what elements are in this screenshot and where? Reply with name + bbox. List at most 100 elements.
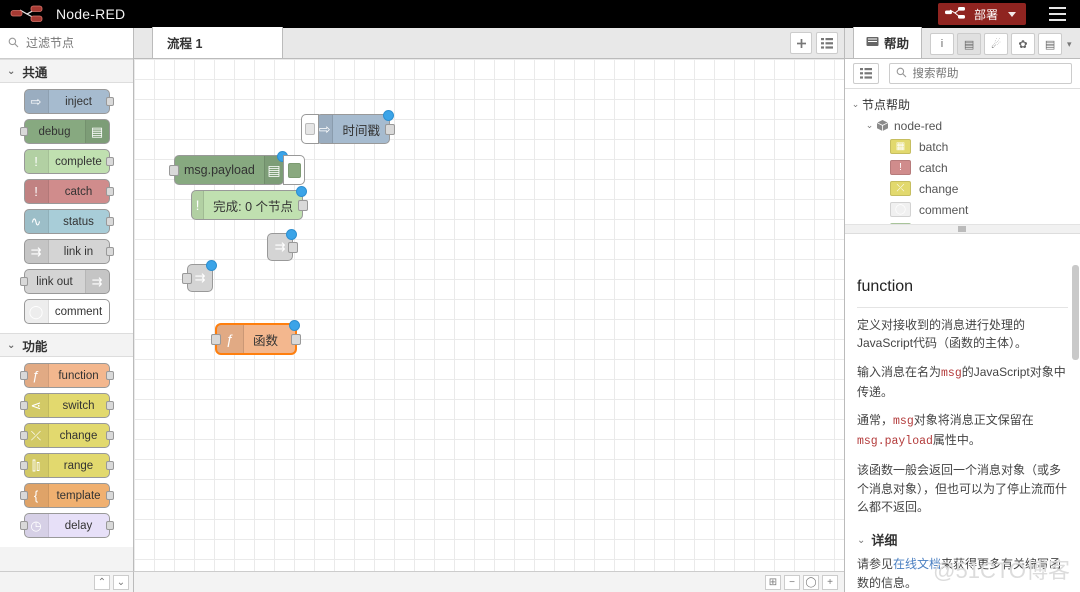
- palette-node-catch[interactable]: ! catch: [23, 179, 114, 204]
- tree-item-change[interactable]: ⤫ change: [845, 178, 1080, 199]
- zoom-reset-button[interactable]: ◯: [803, 574, 819, 590]
- link-in-node-2[interactable]: ⇉: [182, 260, 217, 292]
- node-output-port[interactable]: [105, 431, 114, 440]
- help-p5-text-a: 请参见: [857, 556, 894, 571]
- node-input-port[interactable]: [19, 127, 28, 136]
- info-tab[interactable]: i: [930, 33, 955, 55]
- node-output-port[interactable]: [291, 334, 301, 345]
- config-tab[interactable]: ✿: [1011, 33, 1036, 55]
- palette-search-input[interactable]: [24, 35, 125, 51]
- tree-horizontal-scrollbar[interactable]: [845, 224, 1080, 233]
- scrollbar-thumb[interactable]: [957, 226, 966, 232]
- complete-node[interactable]: ! 完成: 0 个节点: [191, 186, 308, 220]
- node-input-port[interactable]: [182, 273, 192, 284]
- tree-item-catch[interactable]: ! catch: [845, 157, 1080, 178]
- tree-package-node-red[interactable]: ⌄ node-red: [845, 115, 1080, 136]
- function-node[interactable]: ƒ 函数: [211, 320, 301, 355]
- node-output-port[interactable]: [288, 242, 298, 253]
- debug-toggle-button[interactable]: [283, 155, 305, 185]
- expand-all-icon[interactable]: ⌄: [113, 574, 129, 590]
- inject-arrow-icon: ⇨: [317, 115, 334, 143]
- node-input-port[interactable]: [19, 277, 28, 286]
- app-header: Node-RED 部署: [0, 0, 1080, 28]
- node-input-port[interactable]: [19, 521, 28, 530]
- deploy-button[interactable]: 部署: [937, 3, 1026, 25]
- flow-tab-1[interactable]: 流程 1: [152, 27, 283, 58]
- node-output-port[interactable]: [385, 124, 395, 135]
- node-output-port[interactable]: [105, 97, 114, 106]
- palette-node-inject[interactable]: ⇨ inject: [23, 89, 114, 114]
- help-list-toggle[interactable]: [853, 63, 879, 84]
- node-input-port[interactable]: [169, 165, 179, 176]
- context-tab[interactable]: ▤: [1038, 33, 1063, 55]
- link-in-node-1[interactable]: ⇉: [267, 229, 298, 261]
- node-input-port[interactable]: [19, 491, 28, 500]
- tree-item-batch[interactable]: ▦ batch: [845, 136, 1080, 157]
- node-output-port[interactable]: [105, 247, 114, 256]
- node-output-port[interactable]: [105, 491, 114, 500]
- zoom-in-button[interactable]: +: [822, 574, 838, 590]
- chevron-down-icon[interactable]: [1008, 11, 1016, 17]
- online-docs-link[interactable]: 在线文档: [893, 557, 941, 571]
- zoom-out-button[interactable]: −: [784, 574, 800, 590]
- help-tab[interactable]: ▤: [957, 33, 982, 55]
- chevron-down-icon[interactable]: ▾: [1067, 39, 1072, 50]
- add-flow-button[interactable]: [790, 32, 812, 54]
- app-title: Node-RED: [56, 6, 126, 22]
- node-input-port[interactable]: [19, 371, 28, 380]
- flow-canvas[interactable]: ⇨ 时间戳 msg.payload ▤! 完成: 0 个节点 ƒ 函数 ⇉ ⇉ ⊞ − ◯ +: [134, 59, 844, 592]
- hamburger-menu-icon[interactable]: [1040, 0, 1074, 28]
- node-output-port[interactable]: [105, 217, 114, 226]
- palette-node-range[interactable]: ⫿⫾ range: [19, 453, 114, 478]
- node-palette: ⌄共通⇨injectdebug▤!complete!catch∿status⇉l…: [0, 28, 134, 592]
- node-output-port[interactable]: [105, 371, 114, 380]
- tab-help[interactable]: 帮助: [853, 27, 923, 58]
- chevron-down-icon[interactable]: ⌄: [863, 120, 876, 131]
- node-output-port[interactable]: [105, 461, 114, 470]
- palette-category-共通[interactable]: ⌄ 共通: [0, 59, 133, 83]
- palette-node-switch[interactable]: ⋖ switch: [19, 393, 114, 418]
- node-output-port[interactable]: [105, 157, 114, 166]
- node-input-port[interactable]: [211, 334, 221, 345]
- debug-node[interactable]: msg.payload ▤: [169, 151, 305, 185]
- help-search-input[interactable]: [910, 66, 1065, 81]
- navigator-toggle[interactable]: ⊞: [765, 574, 781, 590]
- tree-root[interactable]: ⌄ 节点帮助: [845, 94, 1080, 115]
- collapse-all-icon[interactable]: ⌃: [94, 574, 110, 590]
- node-output-port[interactable]: [298, 200, 308, 211]
- palette-node-debug[interactable]: debug ▤: [19, 119, 110, 144]
- node-output-port[interactable]: [105, 401, 114, 410]
- inject-trigger-button[interactable]: [301, 114, 319, 144]
- palette-node-label: inject: [65, 95, 92, 108]
- node-input-port[interactable]: [19, 461, 28, 470]
- tree-item-list: ▦batch!catch⤫change◯comment!complete▭csv: [845, 136, 1080, 233]
- help-search[interactable]: [888, 63, 1072, 84]
- chevron-down-icon[interactable]: ⌄: [849, 99, 862, 110]
- chevron-down-icon[interactable]: ⌄: [857, 533, 865, 549]
- palette-search[interactable]: [0, 28, 133, 59]
- palette-node-function[interactable]: ƒ function: [19, 363, 114, 388]
- inject-node[interactable]: ⇨ 时间戳: [301, 110, 395, 144]
- help-details-toggle[interactable]: ⌄ 详细: [857, 531, 1068, 551]
- palette-node-change[interactable]: ⤫ change: [19, 423, 114, 448]
- palette-node-link-out[interactable]: link out ⇉: [19, 269, 110, 294]
- help-p3-text-a: 通常，: [857, 413, 894, 428]
- palette-category-功能[interactable]: ⌄ 功能: [0, 333, 133, 357]
- node-input-port[interactable]: [19, 431, 28, 440]
- node-output-port[interactable]: [105, 187, 114, 196]
- palette-node-complete[interactable]: ! complete: [23, 149, 114, 174]
- palette-node-link-in[interactable]: ⇉ link in: [23, 239, 114, 264]
- link-in-icon: ⇉: [24, 240, 49, 263]
- help-vertical-scrollbar[interactable]: [1072, 265, 1079, 360]
- node-input-port[interactable]: [19, 401, 28, 410]
- flow-list-button[interactable]: [816, 32, 838, 54]
- chevron-down-icon: ⌄: [7, 339, 16, 351]
- palette-node-template[interactable]: {template: [19, 483, 114, 508]
- node-output-port[interactable]: [105, 521, 114, 530]
- palette-node-comment[interactable]: ◯ comment: [23, 299, 110, 324]
- palette-node-status[interactable]: ∿ status: [23, 209, 114, 234]
- tree-item-comment[interactable]: ◯ comment: [845, 199, 1080, 220]
- palette-node-delay[interactable]: ◷ delay: [19, 513, 114, 538]
- debug-tab[interactable]: ☄: [984, 33, 1009, 55]
- palette-node-label: function: [58, 369, 99, 382]
